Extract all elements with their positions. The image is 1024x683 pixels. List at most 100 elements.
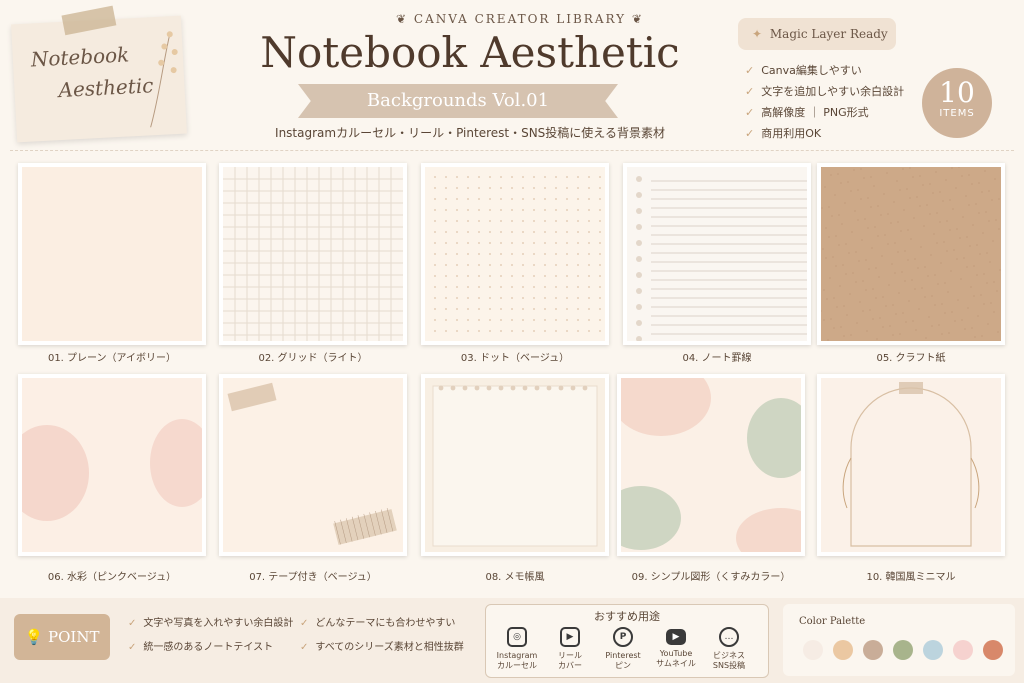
laurel-left-icon: ❦ <box>396 12 414 26</box>
background-card-plain[interactable] <box>18 163 206 345</box>
texture-pattern <box>621 378 801 552</box>
texture-pattern <box>432 385 598 547</box>
use-line: サムネイル <box>656 659 696 668</box>
use-line: カバー <box>558 661 582 670</box>
use-line: カルーセル <box>497 661 537 670</box>
check-icon: ✓ <box>300 618 309 629</box>
color-swatch <box>923 640 943 660</box>
palette-title: Color Palette <box>799 616 866 627</box>
item-caption: 06. 水彩（ピンクベージュ） <box>47 572 177 583</box>
use-instagram: ◎ Instagram カルーセル <box>492 627 542 671</box>
point-text: 文字や写真を入れやすい余白設計 <box>143 618 294 629</box>
color-swatch <box>893 640 913 660</box>
texture-pattern <box>223 167 403 341</box>
use-line: Pinterest <box>605 651 641 660</box>
item-caption: 10. 韓国風ミニマル <box>866 572 956 583</box>
texture-pattern <box>636 176 807 341</box>
use-business-sns: … ビジネス SNS投稿 <box>704 627 754 671</box>
feature-text: Canva編集しやすい <box>761 64 862 77</box>
color-swatch <box>833 640 853 660</box>
item-caption: 03. ドット（ベージュ） <box>460 353 570 364</box>
point-item: ✓ すべてのシリーズ素材と相性抜群 <box>300 638 464 653</box>
feature-text: 商用利用OK <box>761 127 822 140</box>
check-icon: ✓ <box>745 85 755 98</box>
background-card-shapes[interactable] <box>617 374 805 556</box>
use-pinterest: P Pinterest ピン <box>598 627 648 671</box>
item-caption: 05. クラフト紙 <box>876 353 946 364</box>
check-icon: ✓ <box>745 106 755 119</box>
feature-item: ✓ 商用利用OK <box>745 123 904 144</box>
check-icon: ✓ <box>128 642 137 653</box>
recommended-uses: おすすめ用途 ◎ Instagram カルーセル ▶ リール カバー P Pinte… <box>485 604 769 678</box>
point-item: ✓ 統一感のあるノートテイスト <box>128 638 273 653</box>
point-item: ✓ どんなテーマにも合わせやすい <box>300 614 455 629</box>
texture-pattern <box>22 419 202 521</box>
point-text: すべてのシリーズ素材と相性抜群 <box>315 642 464 653</box>
check-icon: ✓ <box>128 618 137 629</box>
texture-pattern <box>842 382 980 547</box>
use-line: リール <box>558 651 582 660</box>
divider <box>10 150 1014 151</box>
color-swatch <box>803 640 823 660</box>
item-caption: 04. ノート罫線 <box>682 353 752 364</box>
background-card-memo[interactable] <box>421 374 609 556</box>
use-description: Instagramカルーセル・リール・Pinterest・SNS投稿に使える背景… <box>275 126 665 140</box>
tape-strip <box>61 5 117 36</box>
uses-title: おすすめ用途 <box>594 610 660 623</box>
use-line: Instagram <box>496 651 538 660</box>
background-card-dot[interactable] <box>421 163 609 345</box>
feature-text: 高解像度 ｜ PNG形式 <box>761 106 869 119</box>
items-count: 10 <box>939 76 975 109</box>
point-label: 💡 POINT <box>14 614 110 660</box>
youtube-icon: ▶ <box>666 629 686 645</box>
lightbulb-icon: 💡 <box>24 628 44 646</box>
brand-text: CANVA CREATOR LIBRARY <box>413 12 627 26</box>
point-item: ✓ 文字や写真を入れやすい余白設計 <box>128 614 293 629</box>
reel-icon: ▶ <box>560 627 580 647</box>
magic-label: Magic Layer Ready <box>769 27 888 41</box>
use-youtube: ▶ YouTube サムネイル <box>651 627 701 669</box>
magic-layer-badge: ✦ Magic Layer Ready <box>738 18 896 50</box>
color-palette: Color Palette <box>783 604 1015 676</box>
background-card-watercolor[interactable] <box>18 374 206 556</box>
background-card-arch[interactable] <box>817 374 1005 556</box>
items-count-badge: 10 ITEMS <box>922 68 992 138</box>
use-line: SNS投稿 <box>712 661 746 670</box>
sparkle-icon: ✦ <box>752 27 763 41</box>
item-caption: 01. プレーン（アイボリー） <box>47 353 177 364</box>
color-swatch <box>863 640 883 660</box>
background-card-tape[interactable] <box>219 374 407 556</box>
point-text: どんなテーマにも合わせやすい <box>315 618 456 629</box>
pinterest-icon: P <box>613 627 633 647</box>
feature-list: ✓ Canva編集しやすい ✓ 文字を追加しやすい余白設計 ✓ 高解像度 ｜ PNG形… <box>745 60 904 144</box>
texture-pattern <box>434 176 601 332</box>
background-card-grid[interactable] <box>219 163 407 345</box>
check-icon: ✓ <box>745 127 755 140</box>
color-swatch <box>983 640 1003 660</box>
instagram-icon: ◎ <box>507 627 527 647</box>
point-text: POINT <box>48 628 100 646</box>
brand-line: ❦ CANVA CREATOR LIBRARY ❦ <box>300 12 740 26</box>
point-text: 統一感のあるノートテイスト <box>143 642 274 653</box>
title-sticky-note: Notebook Aesthetic <box>11 5 187 143</box>
use-line: ピン <box>615 661 631 670</box>
check-icon: ✓ <box>745 64 755 77</box>
texture-pattern <box>821 167 1001 341</box>
check-icon: ✓ <box>300 642 309 653</box>
feature-item: ✓ 文字を追加しやすい余白設計 <box>745 81 904 102</box>
laurel-right-icon: ❦ <box>626 12 644 26</box>
item-caption: 02. グリッド（ライト） <box>258 353 368 364</box>
use-line: ビジネス <box>713 651 745 660</box>
background-card-kraft[interactable] <box>817 163 1005 345</box>
feature-item: ✓ 高解像度 ｜ PNG形式 <box>745 102 904 123</box>
use-line: YouTube <box>659 649 693 658</box>
dried-flower-icon <box>150 31 178 128</box>
page-title: Notebook Aesthetic <box>260 28 680 77</box>
feature-text: 文字を追加しやすい余白設計 <box>761 85 905 98</box>
color-swatch <box>953 640 973 660</box>
chat-icon: … <box>719 627 739 647</box>
texture-pattern <box>227 382 397 545</box>
background-card-lined[interactable] <box>623 163 811 345</box>
note-line-1: Notebook <box>30 42 130 72</box>
items-label: ITEMS <box>939 108 975 119</box>
